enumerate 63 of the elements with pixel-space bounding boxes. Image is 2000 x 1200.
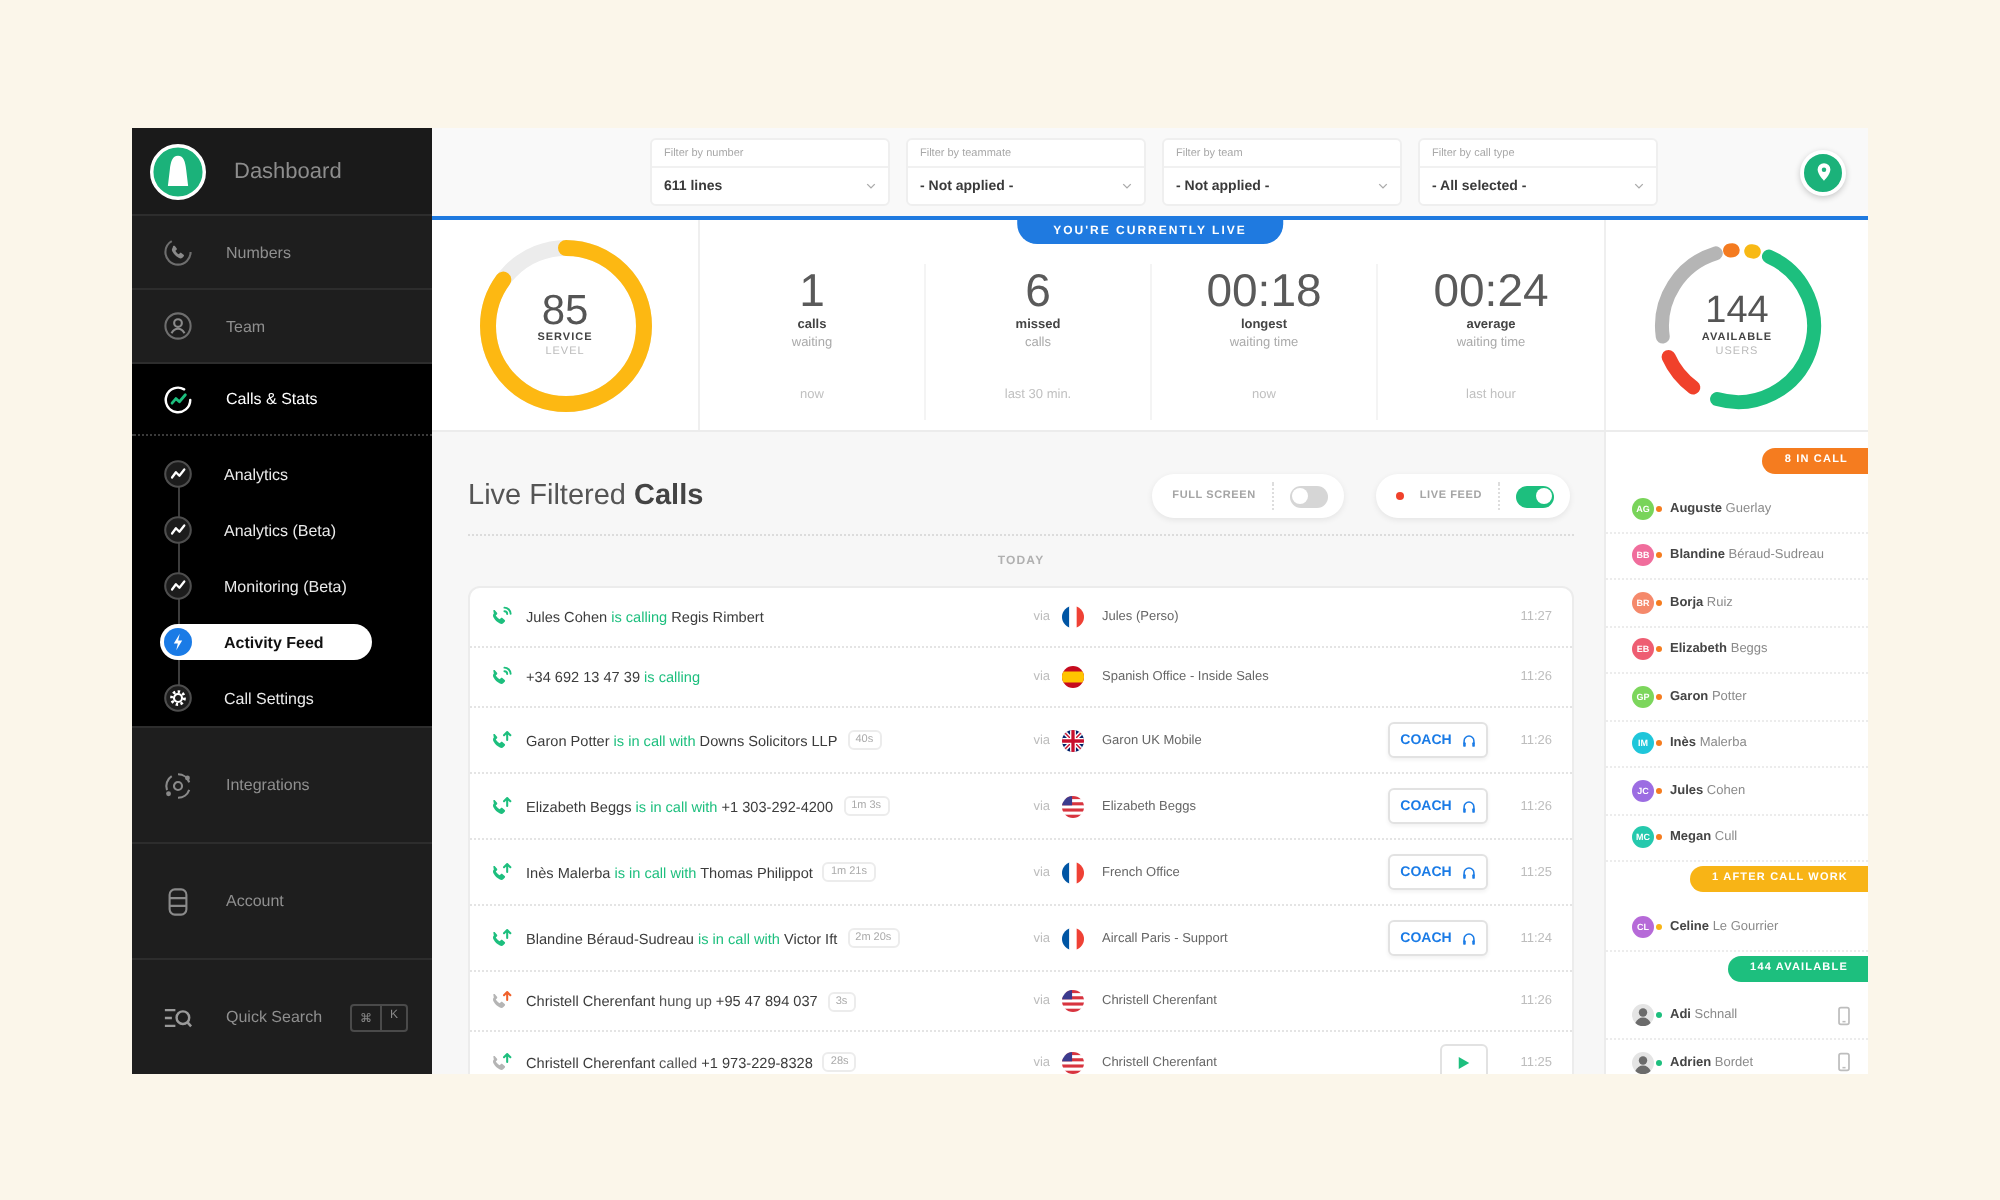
chart-circle-icon bbox=[164, 572, 192, 600]
toggle-switch[interactable] bbox=[1516, 485, 1554, 507]
stat-value: 6 bbox=[1025, 264, 1051, 316]
toggle-switch[interactable] bbox=[1289, 485, 1328, 507]
phone-arrow-icon bbox=[490, 1051, 512, 1073]
phone-arrow-icon bbox=[490, 927, 512, 949]
nav-item[interactable]: Numbers bbox=[164, 234, 315, 270]
nav-item[interactable]: Account bbox=[164, 883, 308, 919]
usa-flag-icon bbox=[1062, 795, 1084, 817]
headset-icon bbox=[1461, 733, 1476, 747]
pin-icon bbox=[1815, 162, 1831, 182]
phone-ringing-icon bbox=[490, 606, 512, 628]
nav-item[interactable]: Activity Feed bbox=[160, 624, 372, 660]
orbit-icon bbox=[164, 771, 192, 799]
phone-arrow-icon bbox=[490, 795, 512, 817]
chart-circle-icon bbox=[164, 385, 192, 413]
nav-item[interactable]: Integrations bbox=[164, 767, 334, 803]
phone-arrow-icon bbox=[490, 729, 512, 751]
spain-flag-icon bbox=[1062, 666, 1084, 688]
chevron-down-icon bbox=[1634, 182, 1644, 190]
nav-item[interactable]: Monitoring (Beta) bbox=[160, 568, 371, 604]
play-icon bbox=[1458, 1055, 1470, 1069]
avatar-silhouette-icon bbox=[1632, 1004, 1654, 1027]
nav-item[interactable]: Analytics (Beta) bbox=[160, 512, 361, 548]
france-flag-icon bbox=[1062, 927, 1084, 949]
phone-ringing-icon bbox=[490, 666, 512, 688]
phone-arrow-icon bbox=[490, 861, 512, 883]
settings-icon bbox=[164, 684, 192, 712]
person-icon bbox=[164, 312, 192, 340]
stat-value: 00:24 bbox=[1433, 264, 1549, 316]
bolt-icon bbox=[164, 628, 192, 656]
france-flag-icon bbox=[1062, 606, 1084, 628]
nav-section-header[interactable]: Calls & Stats bbox=[164, 381, 342, 417]
logo-icon bbox=[150, 143, 206, 199]
nav-item[interactable]: Team bbox=[164, 308, 290, 344]
chevron-down-icon bbox=[1122, 182, 1132, 190]
stack-icon bbox=[164, 887, 192, 915]
stat-value: 00:18 bbox=[1206, 264, 1322, 316]
chart-circle-icon bbox=[164, 516, 192, 544]
usa-flag-icon bbox=[1062, 1051, 1084, 1073]
nav-item[interactable]: Quick Search bbox=[164, 999, 347, 1035]
nav-item[interactable]: Analytics bbox=[160, 456, 313, 492]
service-level-value: 85 bbox=[541, 290, 589, 332]
nav-item[interactable]: Call Settings bbox=[160, 680, 338, 716]
search-icon bbox=[164, 1003, 192, 1031]
help-button[interactable] bbox=[1800, 149, 1846, 195]
brand-title: Dashboard bbox=[234, 159, 342, 183]
headset-icon bbox=[1461, 799, 1476, 813]
usa-flag-icon bbox=[1062, 990, 1084, 1012]
chevron-down-icon bbox=[1378, 182, 1388, 190]
phone-arrow-icon bbox=[490, 990, 512, 1012]
france-flag-icon bbox=[1062, 861, 1084, 883]
donut-segment bbox=[1660, 348, 1700, 394]
stat-value: 1 bbox=[799, 264, 825, 316]
play-button[interactable] bbox=[1440, 1044, 1488, 1074]
phone-icon bbox=[164, 238, 192, 266]
headset-icon bbox=[1461, 865, 1476, 879]
chevron-down-icon bbox=[866, 182, 876, 190]
headset-icon bbox=[1461, 931, 1476, 945]
users-count: 144 bbox=[1705, 291, 1769, 331]
section-title: Live Filtered Calls bbox=[468, 478, 704, 514]
chart-circle-icon bbox=[164, 460, 192, 488]
uk-flag-icon bbox=[1062, 729, 1084, 751]
